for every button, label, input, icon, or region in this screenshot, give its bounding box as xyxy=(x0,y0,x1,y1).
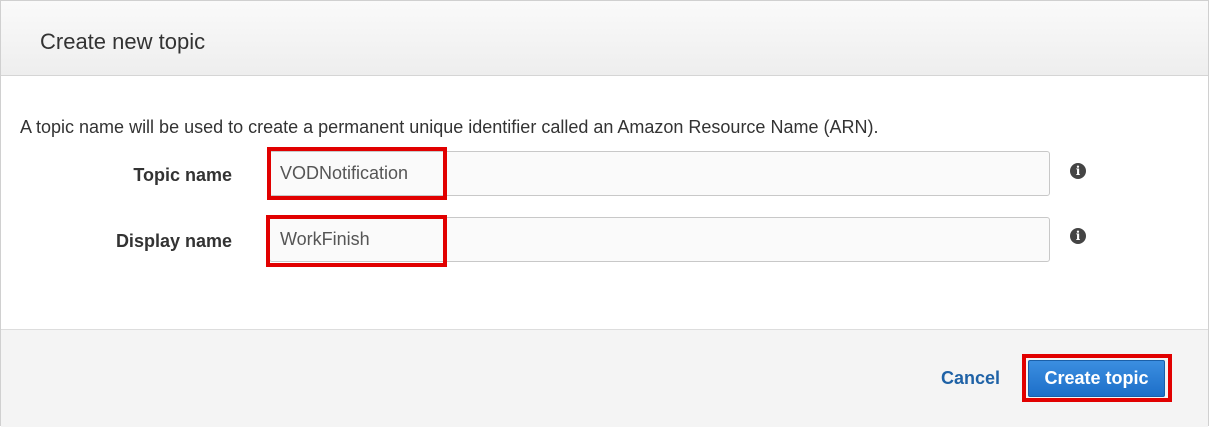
cancel-button[interactable]: Cancel xyxy=(941,367,1000,389)
dialog-header: Create new topic xyxy=(1,1,1208,76)
dialog-title: Create new topic xyxy=(40,29,206,54)
dialog-description: A topic name will be used to create a pe… xyxy=(20,117,879,137)
topic-name-input[interactable] xyxy=(269,151,1050,196)
topic-name-label: Topic name xyxy=(133,165,232,185)
create-topic-dialog: Create new topic A topic name will be us… xyxy=(0,0,1209,427)
info-icon[interactable]: i xyxy=(1070,163,1086,179)
info-icon[interactable]: i xyxy=(1070,228,1086,244)
display-name-label: Display name xyxy=(115,231,232,251)
display-name-input[interactable] xyxy=(269,217,1050,262)
create-topic-button[interactable]: Create topic xyxy=(1028,360,1165,397)
dialog-footer xyxy=(1,329,1208,427)
